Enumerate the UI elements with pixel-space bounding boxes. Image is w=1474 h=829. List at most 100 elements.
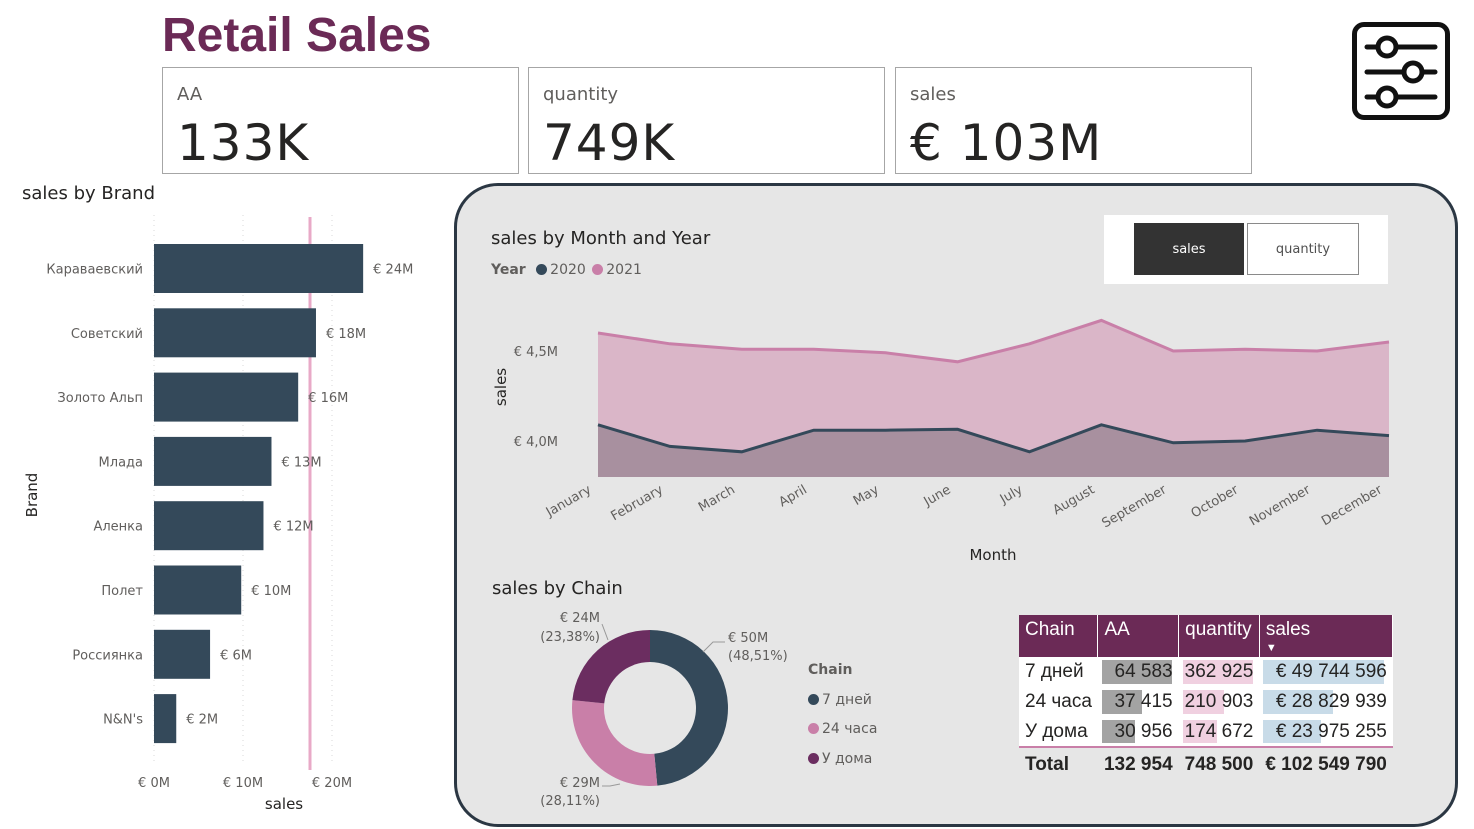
legend-dot-icon	[536, 264, 548, 275]
sort-desc-icon: ▼	[1265, 642, 1277, 654]
cell-aa: 64 583	[1097, 657, 1179, 687]
bar	[154, 565, 242, 615]
x-tick-label: September	[1100, 482, 1170, 531]
x-tick-label: March	[696, 482, 738, 515]
bar	[154, 694, 177, 744]
sliders-icon	[1364, 35, 1438, 109]
data-label: € 16M	[308, 391, 348, 406]
column-header-chain[interactable]: Chain	[1019, 615, 1099, 657]
legend-item-7-days[interactable]: 7 дней	[808, 686, 877, 716]
cell-chain: 24 часа	[1019, 687, 1098, 717]
cell-aa: 30 956	[1097, 717, 1179, 747]
x-tick-label: € 10M	[223, 776, 263, 791]
data-label: € 2M	[186, 713, 218, 728]
x-axis-title: sales	[265, 795, 303, 813]
legend-item-24-hours[interactable]: 24 часа	[808, 715, 877, 745]
cell-sales: € 28 829 939	[1259, 687, 1393, 717]
sales-toggle-button[interactable]: sales	[1134, 223, 1244, 275]
table-row[interactable]: 7 дней 64 583 362 925 € 49 744 596	[1019, 657, 1393, 687]
data-label: € 18M	[326, 327, 366, 342]
x-tick-label: January	[543, 482, 594, 520]
category-label: Советский	[71, 327, 143, 342]
donut-slice	[572, 700, 658, 786]
cell-total-quantity: 748 500	[1178, 746, 1260, 781]
brand-bar-chart: Караваевский € 24M Советский € 18M Золото Ал…	[23, 215, 413, 813]
x-tick-label: May	[851, 482, 882, 509]
legend-item-2021[interactable]: 2021	[592, 262, 642, 278]
x-tick-label: October	[1189, 482, 1242, 521]
data-label: € 24M	[560, 611, 600, 626]
legend-dot-icon	[808, 752, 819, 764]
x-tick-label: November	[1247, 482, 1314, 529]
data-label: € 24M	[373, 263, 413, 278]
column-header-aa[interactable]: AA	[1097, 615, 1180, 657]
bar	[154, 308, 316, 358]
data-label: € 10M	[251, 584, 291, 599]
x-tick-label: December	[1319, 482, 1385, 529]
column-header-quantity[interactable]: quantity	[1178, 615, 1260, 657]
bar	[154, 244, 364, 293]
kpi-value: € 103M	[910, 114, 1103, 172]
y-axis-title: sales	[492, 368, 510, 406]
y-axis-title: Brand	[23, 473, 41, 518]
data-label: € 12M	[273, 520, 313, 535]
x-tick-label: June	[921, 482, 954, 510]
category-label: Россиянка	[72, 648, 143, 663]
month-area-chart: € 4,5M € 4,0M sales January February March Apr…	[492, 318, 1390, 564]
leader-line	[602, 783, 621, 787]
month-chart-legend: Year 2020 2021	[491, 262, 642, 278]
cell-total-label: Total	[1019, 746, 1098, 781]
legend-dot-icon	[808, 723, 819, 734]
x-tick-label: € 20M	[312, 776, 352, 791]
cell-aa: 37 415	[1097, 687, 1179, 717]
x-tick-label: € 0M	[138, 776, 170, 791]
bar	[154, 436, 272, 486]
table-row[interactable]: У дома 30 956 174 672 € 23 975 255	[1019, 717, 1393, 747]
category-label: N&N's	[103, 713, 143, 728]
category-label: Золото Альп	[57, 391, 143, 406]
data-label: € 50M	[728, 631, 768, 646]
data-label: € 29M	[560, 776, 600, 791]
bar	[154, 372, 299, 422]
column-header-sales[interactable]: sales ▼	[1259, 615, 1394, 657]
cell-quantity: 174 672	[1178, 717, 1260, 747]
legend-label: 2021	[606, 262, 642, 278]
cell-chain: 7 дней	[1019, 657, 1098, 687]
quantity-toggle-button[interactable]: quantity	[1247, 223, 1359, 275]
y-tick-label: € 4,0M	[514, 435, 558, 450]
legend-title: Chain	[808, 662, 853, 678]
legend-item-2020[interactable]: 2020	[536, 262, 586, 278]
kpi-label: sales	[910, 84, 956, 105]
x-axis-title: Month	[969, 546, 1016, 564]
chain-donut-chart: € 50M (48,51%) € 29M (28,11%) € 24M (23,38%)	[540, 611, 787, 809]
category-label: Караваевский	[46, 263, 143, 278]
category-label: Аленка	[93, 520, 143, 535]
filter-button[interactable]	[1352, 22, 1450, 120]
kpi-card-sales: sales € 103M	[895, 67, 1252, 174]
cell-sales: € 23 975 255	[1259, 717, 1393, 747]
legend-item-at-home[interactable]: У дома	[808, 745, 877, 775]
table-row[interactable]: 24 часа 37 415 210 903 € 28 829 939	[1019, 687, 1393, 717]
category-label: Полет	[101, 584, 143, 599]
column-header-label: sales	[1265, 619, 1311, 640]
bar	[154, 501, 264, 551]
data-label-pct: (28,11%)	[540, 794, 600, 809]
leader-line	[702, 641, 725, 653]
cell-quantity: 210 903	[1178, 687, 1260, 717]
x-tick-label: August	[1050, 482, 1097, 518]
page-title: Retail Sales	[162, 9, 432, 62]
legend-dot-icon	[808, 693, 819, 705]
measure-toggle: sales quantity	[1104, 215, 1388, 284]
table-total-row: Total 132 954 748 500 € 102 549 790	[1019, 746, 1393, 781]
kpi-label: AA	[177, 84, 203, 105]
y-tick-label: € 4,5M	[514, 345, 558, 360]
data-label: € 6M	[220, 648, 252, 663]
leader-line	[601, 623, 609, 641]
chain-matrix-table: Chain AA quantity sales ▼ 7 дней 64 583 …	[1019, 615, 1394, 781]
brand-chart-title: sales by Brand	[22, 183, 155, 204]
x-tick-label: July	[997, 482, 1026, 507]
donut-slice	[650, 630, 729, 786]
cell-quantity: 362 925	[1178, 657, 1260, 687]
bar	[154, 629, 211, 679]
data-label-pct: (23,38%)	[540, 630, 600, 645]
